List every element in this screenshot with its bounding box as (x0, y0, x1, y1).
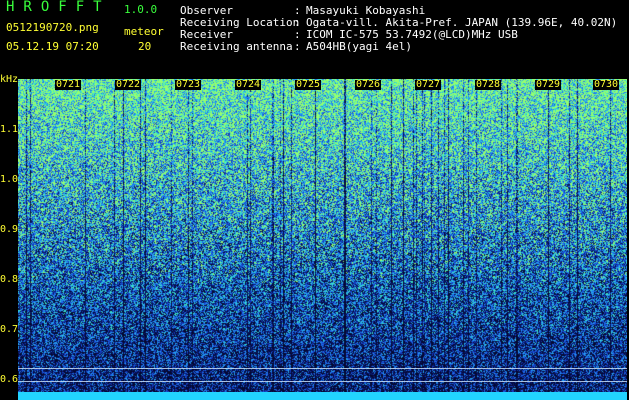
meteor-label: meteor (124, 25, 164, 38)
reference-line-lower (18, 381, 627, 382)
file-name: 0512190720.png (6, 21, 99, 34)
x-tick-0728: 0728 (475, 79, 502, 90)
app-version: 1.0.0 (124, 3, 158, 16)
y-tick-1-0: 1.0 (0, 174, 19, 185)
info-value-antenna: A504HB(yagi 4el) (306, 40, 412, 53)
y-tick-0-7: 0.7 (0, 324, 19, 335)
reference-line-upper (18, 368, 627, 369)
meteor-count: 20 (138, 40, 152, 53)
y-tick-1-1: 1.1 (0, 124, 19, 135)
x-tick-0729: 0729 (535, 79, 562, 90)
header-panel: HROFFT 1.0.0 0512190720.png meteor 05.12… (0, 0, 629, 78)
y-tick-0-8: 0.8 (0, 274, 19, 285)
x-tick-0721: 0721 (55, 79, 82, 90)
date-time: 05.12.19 07:20 (6, 40, 99, 53)
bottom-band (18, 392, 627, 400)
x-tick-0722: 0722 (115, 79, 142, 90)
x-tick-0723: 0723 (175, 79, 202, 90)
info-label-antenna: Receiving antenna (180, 40, 293, 53)
spectrogram-plot (18, 79, 627, 400)
x-tick-0730: 0730 (593, 79, 620, 90)
spectrogram-canvas (18, 79, 627, 400)
y-tick-0-6: 0.6 (0, 374, 19, 385)
x-tick-0724: 0724 (235, 79, 262, 90)
x-tick-0727: 0727 (415, 79, 442, 90)
y-axis-unit: kHz (0, 74, 19, 85)
app-brand: HROFFT (6, 0, 111, 15)
y-tick-0-9: 0.9 (0, 224, 19, 235)
x-tick-0725: 0725 (295, 79, 322, 90)
x-tick-0726: 0726 (355, 79, 382, 90)
info-colon-4: : (294, 40, 301, 53)
